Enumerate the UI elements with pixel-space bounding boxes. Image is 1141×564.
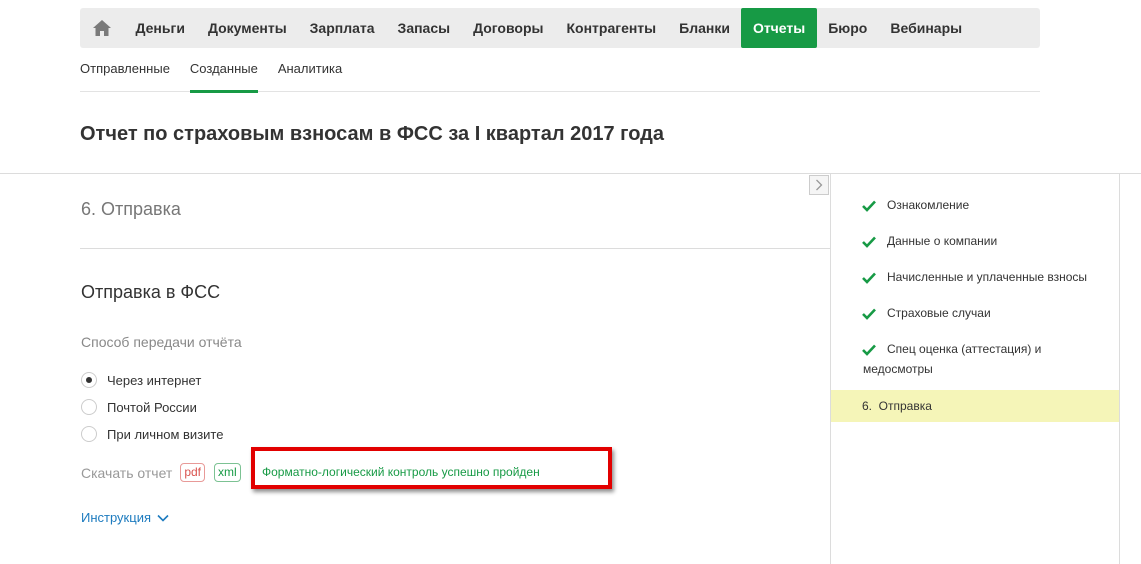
radio-label: При личном визите bbox=[107, 426, 224, 442]
radio-label: Через интернет bbox=[107, 372, 202, 388]
step-item-label: Данные о компании bbox=[887, 234, 998, 248]
nav-item-money[interactable]: Деньги bbox=[124, 8, 196, 48]
nav-item-documents[interactable]: Документы bbox=[196, 8, 298, 48]
nav-item-forms[interactable]: Бланки bbox=[668, 8, 742, 48]
download-label: Скачать отчет bbox=[81, 464, 173, 481]
checkmark-icon bbox=[862, 308, 876, 320]
checkmark-icon bbox=[862, 236, 876, 248]
radio-in-person[interactable]: При личном визите bbox=[81, 426, 223, 442]
radio-selected-dot bbox=[86, 377, 92, 383]
collapse-sidebar-button[interactable] bbox=[809, 175, 829, 195]
radio-circle[interactable] bbox=[81, 426, 97, 442]
step-item-label: Начисленные и уплаченные взносы bbox=[887, 270, 1088, 284]
home-button[interactable] bbox=[80, 8, 124, 48]
step-title: 6. Отправка bbox=[81, 199, 181, 219]
chevron-down-icon bbox=[157, 514, 169, 522]
download-pdf-button[interactable]: pdf bbox=[180, 463, 205, 482]
checkmark-icon bbox=[862, 344, 876, 356]
checkmark-icon bbox=[862, 200, 876, 212]
steps-sidebar: Ознакомление Данные о компании Начисленн… bbox=[830, 174, 1120, 564]
checkmark-icon bbox=[862, 272, 876, 284]
tab-sent[interactable]: Отправленные bbox=[80, 52, 170, 92]
main-navigation: Деньги Документы Зарплата Запасы Договор… bbox=[80, 8, 1040, 48]
radio-internet[interactable]: Через интернет bbox=[81, 372, 201, 388]
nav-item-stock[interactable]: Запасы bbox=[386, 8, 462, 48]
flk-status-message: Форматно-логический контроль успешно про… bbox=[262, 465, 540, 479]
tab-created[interactable]: Созданные bbox=[189, 52, 258, 93]
step-item-label-continued: медосмотры bbox=[863, 362, 933, 376]
reports-subnav: Отправленные Созданные Аналитика bbox=[80, 52, 1040, 93]
instruction-label: Инструкция bbox=[81, 510, 151, 525]
nav-item-webinars[interactable]: Вебинары bbox=[879, 8, 974, 48]
nav-item-contracts[interactable]: Договоры bbox=[462, 8, 555, 48]
section-title: Отправка в ФСС bbox=[81, 282, 221, 302]
page-title: Отчет по страховым взносам в ФСС за I кв… bbox=[80, 123, 664, 145]
nav-item-salary[interactable]: Зарплата bbox=[298, 8, 386, 48]
radio-circle[interactable] bbox=[81, 399, 97, 415]
tab-analytics[interactable]: Аналитика bbox=[278, 52, 342, 92]
radio-post[interactable]: Почтой России bbox=[81, 399, 197, 415]
home-icon bbox=[93, 20, 111, 36]
radio-circle[interactable] bbox=[81, 372, 97, 388]
section-divider bbox=[80, 248, 830, 249]
instruction-link[interactable]: Инструкция bbox=[81, 510, 169, 525]
step-item-label: Страховые случаи bbox=[887, 306, 991, 320]
main-content bbox=[0, 174, 830, 564]
download-report-row: Скачать отчет pdf xml bbox=[81, 463, 250, 482]
step-item-label: Спец оценка (аттестация) и bbox=[887, 342, 1042, 356]
step-item-label: 6. Отправка bbox=[862, 399, 932, 413]
nav-item-counterparties[interactable]: Контрагенты bbox=[555, 8, 668, 48]
nav-item-bureau[interactable]: Бюро bbox=[817, 8, 879, 48]
step-item-label: Ознакомление bbox=[887, 198, 970, 212]
nav-item-reports[interactable]: Отчеты bbox=[741, 8, 817, 48]
download-xml-button[interactable]: xml bbox=[214, 463, 241, 482]
radio-label: Почтой России bbox=[107, 399, 197, 415]
delivery-method-label: Способ передачи отчёта bbox=[81, 334, 242, 350]
chevron-right-icon bbox=[816, 179, 823, 191]
step-item-sending[interactable]: 6. Отправка bbox=[831, 390, 1119, 422]
